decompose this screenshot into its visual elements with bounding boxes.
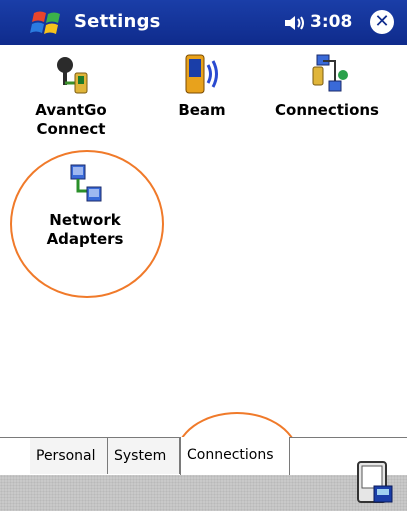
connections-item[interactable]: Connections [268,53,386,120]
windows-start-icon[interactable] [28,7,68,39]
beam-item[interactable]: Beam [162,53,242,120]
close-icon: ✕ [374,11,390,32]
input-panel-icon[interactable] [350,458,398,508]
beam-label: Beam [178,101,226,119]
beam-icon [185,54,218,94]
tab-system[interactable]: System [108,438,180,474]
command-bar [0,475,407,511]
app-title: Settings [74,11,161,32]
close-button[interactable]: ✕ [370,10,394,34]
annotation-circle-network-adapters [10,150,164,298]
clock[interactable]: 3:08 [310,12,352,32]
speaker-icon[interactable] [283,13,307,33]
connections-label: Connections [275,101,379,119]
tab-personal[interactable]: Personal [30,438,108,474]
connections-icon [312,54,348,92]
title-bar: Settings 3:08 ✕ [0,0,407,45]
tab-connections[interactable]: Connections [180,437,290,475]
avantgo-connect-item[interactable]: AvantGo Connect [22,53,120,139]
avantgo-connect-label: AvantGo Connect [35,101,107,138]
avantgo-icon [57,57,88,94]
tab-strip: Personal System Connections [0,437,407,476]
